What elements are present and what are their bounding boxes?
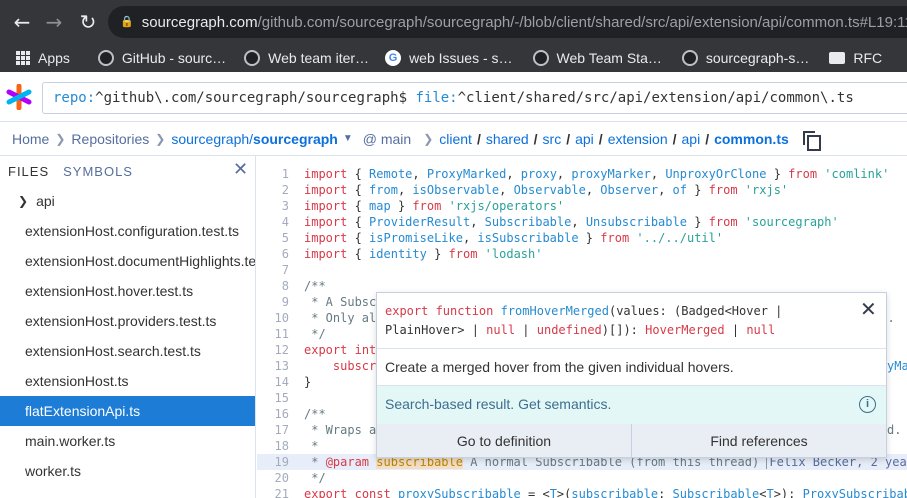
code-line[interactable]: 1 import { Remote, ProxyMarked, proxy, pr… (257, 166, 907, 182)
sidebar-tabs: FILES SYMBOLS (0, 156, 255, 186)
code-line[interactable]: 3 import { map } from 'rxjs/operators' (257, 198, 907, 214)
sourcegraph-logo-icon[interactable] (6, 84, 32, 110)
tab-symbols[interactable]: SYMBOLS (63, 164, 133, 179)
bookmark-apps[interactable]: Apps (16, 50, 70, 66)
github-icon (532, 50, 549, 66)
copy-icon[interactable] (802, 130, 821, 151)
revision-picker[interactable]: @ main (363, 131, 411, 147)
breadcrumb-repo-owner[interactable]: sourcegraph/ (171, 131, 253, 147)
bookmark-github-sourcegraph[interactable]: GitHub - sourc… (97, 50, 226, 66)
tree-file[interactable]: extensionHost.search.test.ts (0, 336, 255, 366)
folder-icon (829, 52, 846, 64)
path-segment[interactable]: api (575, 131, 594, 147)
back-arrow-icon[interactable]: ← (10, 10, 34, 34)
hover-documentation: Create a merged hover from the given ind… (377, 349, 886, 386)
chevron-right-icon: ❯ (423, 131, 434, 146)
tree-file[interactable]: extensionHost.configuration.test.ts (0, 216, 255, 246)
file-sidebar: FILES SYMBOLS ✕ ❯ api extensionHost.conf… (0, 156, 256, 498)
tree-file[interactable]: worker.ts (0, 456, 255, 486)
bookmarks-bar: Apps GitHub - sourc… Web team iter… G we… (0, 44, 907, 72)
tree-file-active[interactable]: flatExtensionApi.ts (0, 396, 255, 426)
github-icon (244, 50, 261, 66)
code-line[interactable]: 7 (257, 262, 907, 278)
code-line[interactable]: 5 import { isPromiseLike, isSubscribable … (257, 230, 907, 246)
breadcrumb: Home ❯ Repositories ❯ sourcegraph/source… (0, 122, 907, 156)
search-input[interactable]: repo: ^github\.com/sourcegraph/sourcegrap… (42, 82, 907, 114)
url-text: sourcegraph.com/github.com/sourcegraph/s… (141, 13, 907, 31)
hover-signature: export function fromHoverMerged(values: … (377, 293, 886, 349)
tree-folder-api[interactable]: ❯ api (0, 186, 255, 216)
path-segment[interactable]: client (439, 131, 472, 147)
bookmark-sourcegraph-s[interactable]: sourcegraph-s… (681, 50, 809, 66)
tree-file[interactable]: extensionHost.hover.test.ts (0, 276, 255, 306)
code-line[interactable]: 4 import { ProviderResult, Subscribable, … (257, 214, 907, 230)
code-line[interactable]: 20 */ (257, 470, 907, 486)
bookmark-web-team-iter[interactable]: Web team iter… (244, 50, 369, 66)
google-icon: G (385, 50, 402, 66)
path-segment[interactable]: api (682, 131, 701, 147)
reload-icon[interactable]: ↻ (76, 10, 100, 34)
caret-down-icon[interactable]: ▼ (343, 133, 353, 144)
breadcrumb-repo-name[interactable]: sourcegraph (253, 131, 338, 147)
tree-file[interactable]: main.worker.ts (0, 426, 255, 456)
hover-overlay: export function fromHoverMerged(values: … (376, 292, 887, 458)
hover-actions: Go to definition Find references (377, 424, 886, 457)
chevron-right-icon: ❯ (18, 194, 29, 208)
code-line[interactable]: 2 import { from, isObservable, Observable… (257, 182, 907, 198)
code-line[interactable]: 6 import { identity } from 'lodash' (257, 246, 907, 262)
github-icon (97, 50, 114, 66)
path-segment[interactable]: extension (608, 131, 668, 147)
chevron-right-icon: ❯ (155, 131, 166, 146)
tree-file[interactable]: extensionHost.documentHighlights.test.ts (0, 246, 255, 276)
search-based-alert[interactable]: Search-based result. Get semantics. i (377, 386, 886, 424)
tree-file[interactable]: extensionHost.providers.test.ts (0, 306, 255, 336)
address-bar[interactable]: 🔒 sourcegraph.com/github.com/sourcegraph… (108, 6, 907, 38)
close-icon[interactable]: ✕ (233, 161, 249, 179)
breadcrumb-home[interactable]: Home (12, 131, 49, 147)
close-icon[interactable]: ✕ (860, 299, 877, 319)
tab-files[interactable]: FILES (8, 164, 49, 179)
breadcrumb-repositories[interactable]: Repositories (71, 131, 149, 147)
bookmark-rfc-folder[interactable]: RFC (829, 50, 882, 66)
tree-file[interactable]: extensionHost.ts (0, 366, 255, 396)
path-segment[interactable]: shared (486, 131, 529, 147)
browser-toolbar: ← → ↻ 🔒 sourcegraph.com/github.com/sourc… (0, 0, 907, 44)
info-icon[interactable]: i (859, 396, 876, 413)
github-icon (681, 50, 698, 66)
lock-icon: 🔒 (120, 15, 134, 28)
find-references-button[interactable]: Find references (632, 424, 886, 457)
forward-arrow-icon[interactable]: → (42, 10, 66, 34)
sourcegraph-header: repo: ^github\.com/sourcegraph/sourcegrap… (0, 72, 907, 122)
bookmark-web-team-sta[interactable]: Web Team Sta… (532, 50, 662, 66)
chevron-right-icon: ❯ (55, 131, 66, 146)
path-segment[interactable]: src (543, 131, 562, 147)
go-to-definition-button[interactable]: Go to definition (377, 424, 632, 457)
bookmark-web-issues[interactable]: G web Issues - s… (385, 50, 513, 66)
path-file[interactable]: common.ts (714, 131, 789, 147)
code-line[interactable]: 21 export const proxySubscribable = <T>(s… (257, 486, 907, 498)
apps-icon (16, 51, 30, 65)
